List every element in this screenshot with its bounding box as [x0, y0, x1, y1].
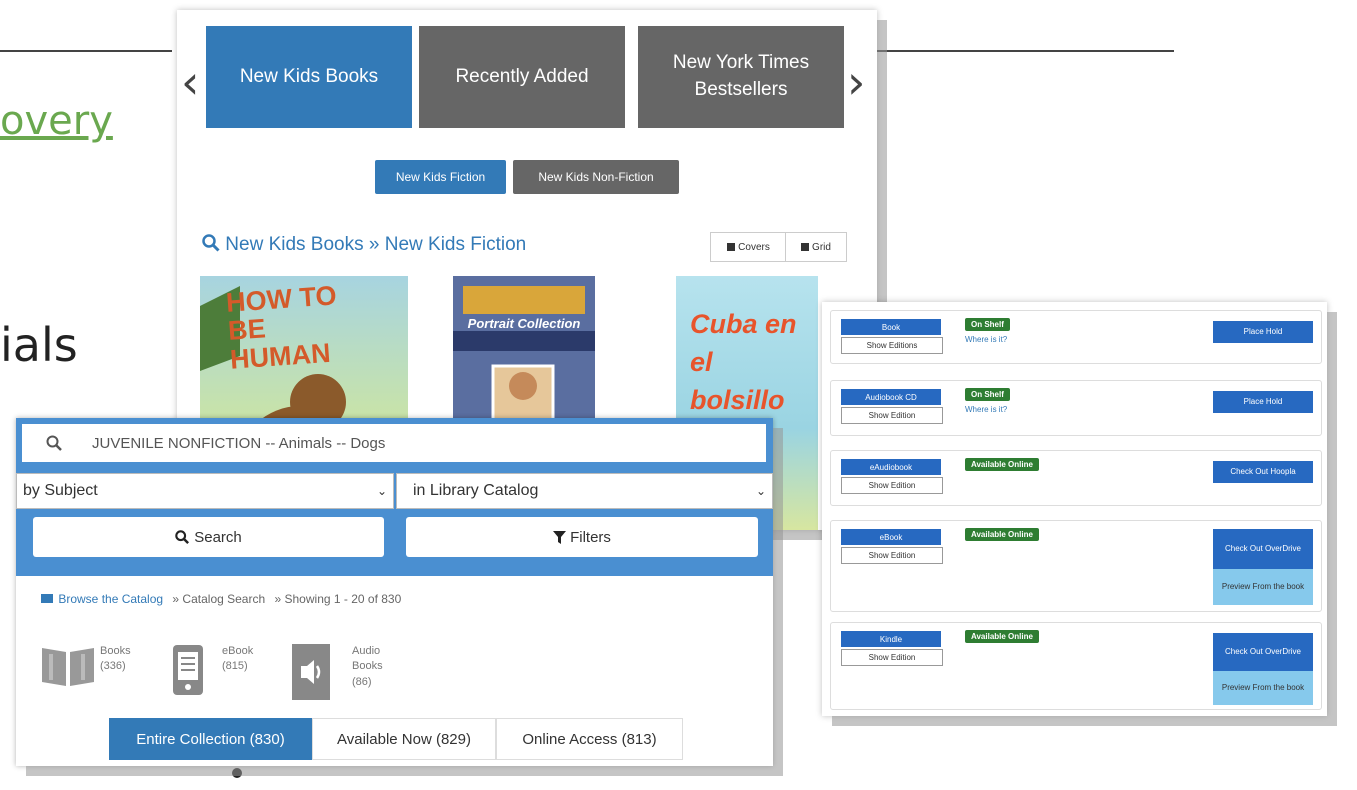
format-button[interactable]: Kindle	[841, 631, 941, 647]
book-icon	[41, 594, 53, 603]
show-editions-button[interactable]: Show Editions	[841, 337, 943, 354]
carousel-prev-icon[interactable]: ‹	[181, 55, 199, 109]
format-ebook[interactable]: eBook (815)	[172, 644, 253, 696]
search-query-text: JUVENILE NONFICTION -- Animals -- Dogs	[92, 434, 386, 452]
cover-title: HOW TO BE HUMAN	[225, 280, 338, 375]
slide-divider-right	[872, 50, 1174, 52]
preview-button[interactable]: Preview From the book	[1213, 671, 1313, 705]
results-panel: Book Show Editions On Shelf Where is it?…	[822, 302, 1327, 716]
result-row: eBook Show Edition Available Online Chec…	[830, 520, 1322, 612]
browse-catalog-link[interactable]: Browse the Catalog	[58, 592, 163, 606]
subtab-new-kids-fiction[interactable]: New Kids Fiction	[375, 160, 506, 194]
where-is-it-link[interactable]: Where is it?	[965, 405, 1007, 414]
slide-divider-left	[0, 50, 172, 52]
chevron-down-icon: ⌄	[755, 484, 766, 498]
breadcrumb: Browse the Catalog » Catalog Search » Sh…	[41, 592, 401, 606]
search-input[interactable]: JUVENILE NONFICTION -- Animals -- Dogs	[22, 424, 766, 462]
where-is-it-link[interactable]: Where is it?	[965, 335, 1007, 344]
place-hold-button[interactable]: Place Hold	[1213, 391, 1313, 413]
filters-button[interactable]: Filters	[406, 517, 758, 557]
book-icon	[42, 648, 94, 686]
grid-view-button[interactable]: Grid	[785, 232, 847, 262]
search-icon	[202, 234, 220, 252]
search-icon	[175, 530, 190, 544]
format-books[interactable]: Books (336)	[40, 644, 131, 688]
show-editions-button[interactable]: Show Edition	[841, 547, 943, 564]
audio-icon	[292, 644, 330, 700]
cover-title: Cuba en el bolsillo	[690, 309, 797, 415]
carousel-next-icon[interactable]: ›	[847, 55, 865, 109]
place-hold-button[interactable]: Place Hold	[1213, 321, 1313, 343]
filter-online-access[interactable]: Online Access (813)	[496, 718, 683, 760]
format-button[interactable]: Audiobook CD	[841, 389, 941, 405]
check-out-overdrive-button[interactable]: Check Out OverDrive	[1213, 633, 1313, 671]
filter-entire-collection[interactable]: Entire Collection (830)	[109, 718, 312, 760]
tab-new-kids-books[interactable]: New Kids Books	[206, 26, 412, 128]
slide-body-text: ials	[0, 318, 78, 372]
status-badge: On Shelf	[965, 388, 1010, 401]
chevron-down-icon: ⌄	[376, 484, 387, 498]
catalog-search-crumb: » Catalog Search	[172, 592, 266, 606]
result-row: Audiobook CD Show Edition On Shelf Where…	[830, 380, 1322, 436]
status-badge: On Shelf	[965, 318, 1010, 331]
format-button[interactable]: eAudiobook	[841, 459, 941, 475]
covers-icon	[727, 243, 736, 251]
filter-available-now[interactable]: Available Now (829)	[312, 718, 496, 760]
catalog-search-panel: JUVENILE NONFICTION -- Animals -- Dogs b…	[16, 418, 773, 766]
format-button[interactable]: Book	[841, 319, 941, 335]
search-button[interactable]: Search	[33, 517, 384, 557]
subtab-new-kids-nonfiction[interactable]: New Kids Non-Fiction	[513, 160, 679, 194]
check-out-hoopla-button[interactable]: Check Out Hoopla	[1213, 461, 1313, 483]
filter-icon	[553, 530, 567, 544]
search-by-select[interactable]: by Subject ⌄	[16, 473, 394, 509]
showing-count: » Showing 1 - 20 of 830	[274, 592, 402, 606]
tab-recently-added[interactable]: Recently Added	[419, 26, 625, 128]
grid-icon	[801, 243, 810, 251]
breadcrumb-text: New Kids Books » New Kids Fiction	[225, 234, 527, 255]
format-button[interactable]: eBook	[841, 529, 941, 545]
show-editions-button[interactable]: Show Edition	[841, 649, 943, 666]
search-icon	[46, 435, 62, 451]
check-out-overdrive-button[interactable]: Check Out OverDrive	[1213, 529, 1313, 569]
status-badge: Available Online	[965, 630, 1039, 643]
tab-nyt-bestsellers[interactable]: New York Times Bestsellers	[638, 26, 844, 128]
ebook-icon	[173, 645, 203, 695]
search-in-select[interactable]: in Library Catalog ⌄	[396, 473, 773, 509]
format-audiobooks[interactable]: Audio Books (86)	[292, 644, 383, 700]
result-row: Kindle Show Edition Available Online Che…	[830, 622, 1322, 710]
preview-button[interactable]: Preview From the book	[1213, 569, 1313, 605]
covers-view-button[interactable]: Covers	[710, 232, 787, 262]
carousel-breadcrumb: New Kids Books » New Kids Fiction	[202, 234, 526, 256]
status-badge: Available Online	[965, 458, 1039, 471]
result-row: Book Show Editions On Shelf Where is it?…	[830, 310, 1322, 364]
result-row: eAudiobook Show Edition Available Online…	[830, 450, 1322, 506]
show-editions-button[interactable]: Show Edition	[841, 477, 943, 494]
slide-bullet	[232, 768, 242, 778]
slide-link-text[interactable]: overy	[0, 98, 113, 144]
show-editions-button[interactable]: Show Edition	[841, 407, 943, 424]
status-badge: Available Online	[965, 528, 1039, 541]
search-bar-area: JUVENILE NONFICTION -- Animals -- Dogs b…	[16, 418, 773, 576]
cover-title: Portrait Collection	[467, 316, 581, 331]
